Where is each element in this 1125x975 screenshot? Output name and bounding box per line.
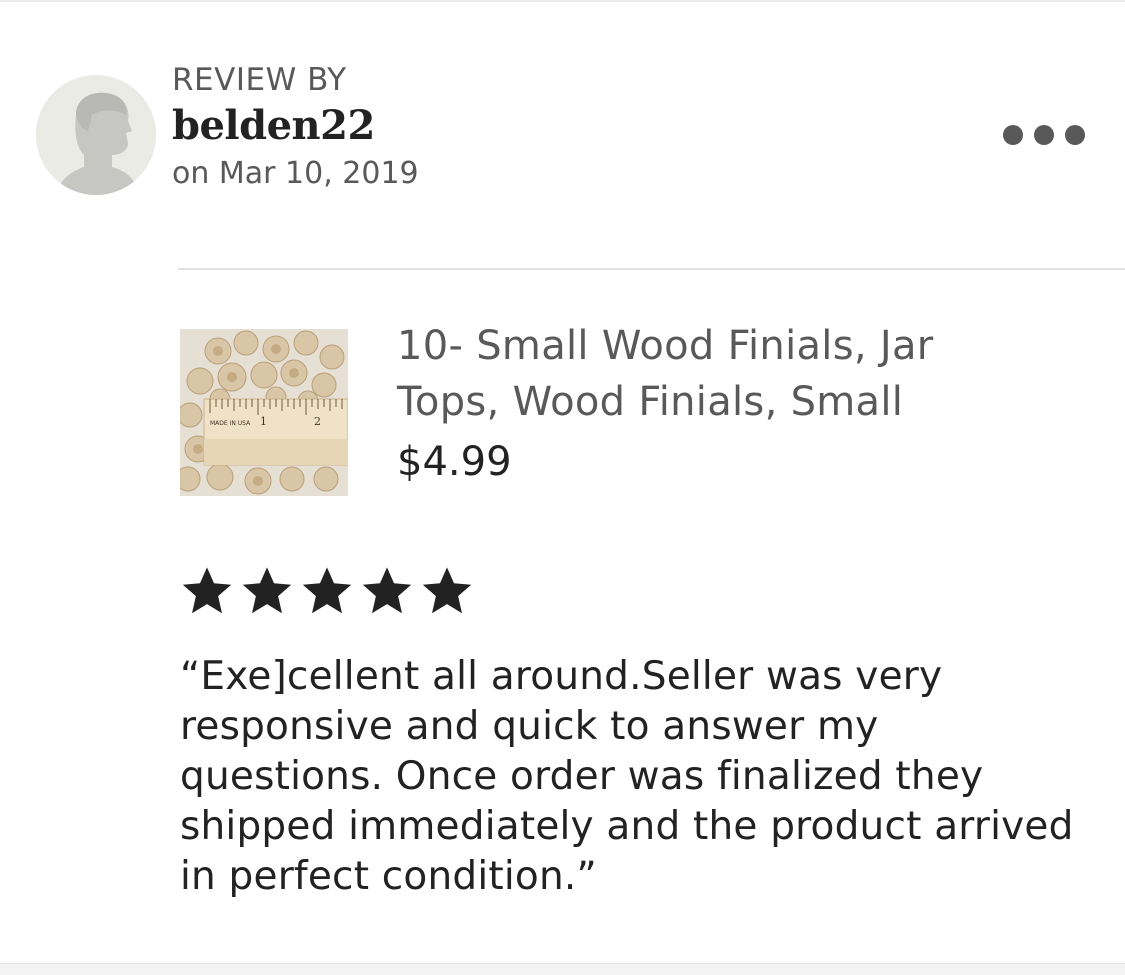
review-date: on Mar 10, 2019	[172, 156, 419, 191]
ruler-mark-2: 2	[314, 415, 321, 428]
section-divider	[178, 268, 1125, 270]
image-label: MADE IN USA	[210, 420, 251, 427]
more-options-button[interactable]	[1003, 120, 1085, 150]
wood-finials-image: MADE IN USA 1 2	[180, 329, 348, 496]
review-text: “Exe]cellent all around.Seller was very …	[180, 654, 1074, 899]
reviewer-username[interactable]: belden22	[172, 100, 419, 152]
more-horizontal-icon	[1065, 125, 1085, 145]
avatar[interactable]	[36, 75, 156, 195]
star-rating	[178, 563, 478, 621]
more-horizontal-icon	[1003, 125, 1023, 145]
product-thumbnail[interactable]: MADE IN USA 1 2	[180, 329, 348, 496]
product-price: $4.99	[397, 439, 512, 485]
star-filled-icon	[238, 563, 298, 621]
star-filled-icon	[178, 563, 238, 621]
star-filled-icon	[298, 563, 358, 621]
ruler-mark-1: 1	[260, 415, 267, 428]
star-filled-icon	[358, 563, 418, 621]
default-user-silhouette-icon	[36, 75, 156, 195]
product-title-link[interactable]: 10- Small Wood Finials, Jar Tops, Wood F…	[397, 318, 1017, 430]
star-filled-icon	[418, 563, 478, 621]
top-border	[0, 0, 1125, 2]
reviewer-info: REVIEW BY belden22 on Mar 10, 2019	[172, 60, 419, 196]
review-by-label: REVIEW BY	[172, 62, 347, 98]
more-horizontal-icon	[1034, 125, 1054, 145]
bottom-border	[0, 963, 1125, 975]
